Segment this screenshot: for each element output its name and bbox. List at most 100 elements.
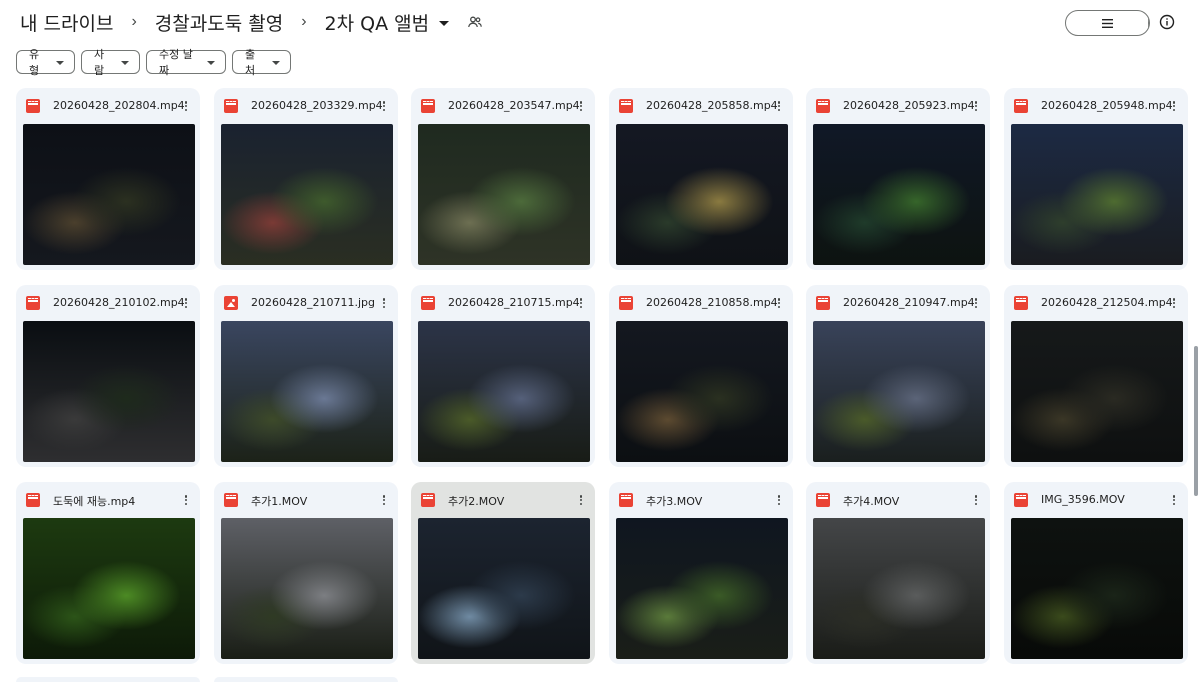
file-name: 추가1.MOV	[251, 495, 308, 508]
breadcrumb-current-folder[interactable]: 2차 QA 앨범	[321, 9, 450, 36]
file-thumbnail[interactable]	[418, 321, 590, 462]
file-name: 20260428_210102.mp4	[53, 296, 185, 309]
file-name: 20260428_212504.mp4	[1041, 296, 1173, 309]
file-card[interactable]: 20260428_210858.mp4	[609, 285, 793, 467]
more-vert-icon[interactable]	[969, 493, 983, 507]
more-vert-icon[interactable]	[969, 99, 983, 113]
file-name: 20260428_210711.jpg	[251, 296, 375, 309]
file-thumbnail[interactable]	[616, 321, 788, 462]
file-thumbnail[interactable]	[221, 518, 393, 659]
file-card[interactable]: 도둑에 재능.mp4	[16, 482, 200, 664]
next-row-peek	[16, 677, 1200, 682]
file-name: 20260428_203547.mp4	[448, 99, 580, 112]
video-file-icon	[816, 493, 830, 507]
more-vert-icon[interactable]	[179, 493, 193, 507]
file-card[interactable]: 추가1.MOV	[214, 482, 398, 664]
filter-people-chip[interactable]: 사람	[81, 48, 140, 77]
file-thumbnail[interactable]	[616, 124, 788, 265]
more-vert-icon[interactable]	[574, 493, 588, 507]
file-name: 20260428_210858.mp4	[646, 296, 778, 309]
breadcrumb-root[interactable]: 내 드라이브	[16, 9, 117, 36]
filter-type-chip[interactable]: 유형	[16, 48, 75, 77]
file-card[interactable]: 20260428_210102.mp4	[16, 285, 200, 467]
more-vert-icon[interactable]	[772, 99, 786, 113]
file-card[interactable]: 추가4.MOV	[806, 482, 990, 664]
more-vert-icon[interactable]	[179, 296, 193, 310]
filter-modified-chip[interactable]: 수정 날짜	[146, 48, 226, 77]
file-name: 추가4.MOV	[843, 495, 900, 508]
people-icon[interactable]	[467, 14, 483, 30]
more-vert-icon[interactable]	[179, 99, 193, 113]
scrollbar[interactable]	[1194, 346, 1198, 496]
file-card[interactable]: 20260428_210947.mp4	[806, 285, 990, 467]
file-card[interactable]: IMG_3596.MOV	[1004, 482, 1188, 664]
more-vert-icon[interactable]	[1167, 493, 1181, 507]
more-vert-icon[interactable]	[574, 99, 588, 113]
more-vert-icon[interactable]	[377, 296, 391, 310]
filter-bar: 유형 사람 수정 날짜 출처	[16, 48, 291, 77]
file-thumbnail[interactable]	[813, 124, 985, 265]
chevron-down-icon	[56, 61, 64, 65]
view-toggle	[1065, 10, 1150, 36]
video-file-icon	[816, 99, 830, 113]
filter-source-chip[interactable]: 출처	[232, 48, 291, 77]
video-file-icon	[421, 99, 435, 113]
chevron-down-icon	[207, 61, 215, 65]
file-card[interactable]: 20260428_212504.mp4	[1004, 285, 1188, 467]
video-file-icon	[421, 296, 435, 310]
more-vert-icon[interactable]	[969, 296, 983, 310]
more-vert-icon[interactable]	[574, 296, 588, 310]
video-file-icon	[619, 493, 633, 507]
file-name: 추가2.MOV	[448, 495, 505, 508]
video-file-icon	[224, 99, 238, 113]
list-view-icon	[1101, 18, 1113, 28]
file-card[interactable]: 20260428_210715.mp4	[411, 285, 595, 467]
file-card[interactable]: 추가2.MOV	[411, 482, 595, 664]
more-vert-icon[interactable]	[377, 99, 391, 113]
breadcrumb-separator: ›	[131, 13, 137, 30]
filter-label: 유형	[29, 48, 40, 77]
more-vert-icon[interactable]	[1167, 296, 1181, 310]
file-card[interactable]: 20260428_210711.jpg	[214, 285, 398, 467]
file-card[interactable]: 20260428_205858.mp4	[609, 88, 793, 270]
file-thumbnail[interactable]	[813, 518, 985, 659]
file-card[interactable]: 20260428_205948.mp4	[1004, 88, 1188, 270]
file-thumbnail[interactable]	[221, 321, 393, 462]
more-vert-icon[interactable]	[377, 493, 391, 507]
image-file-icon	[224, 296, 238, 310]
file-card[interactable]: 20260428_205923.mp4	[806, 88, 990, 270]
file-thumbnail[interactable]	[23, 124, 195, 265]
info-icon[interactable]	[1159, 14, 1175, 30]
file-thumbnail[interactable]	[221, 124, 393, 265]
file-thumbnail[interactable]	[1011, 321, 1183, 462]
video-file-icon	[26, 99, 40, 113]
file-thumbnail[interactable]	[418, 124, 590, 265]
filter-label: 사람	[94, 48, 105, 77]
video-file-icon	[816, 296, 830, 310]
file-thumbnail[interactable]	[1011, 124, 1183, 265]
file-card[interactable]: 20260428_202804.mp4	[16, 88, 200, 270]
breadcrumb: 내 드라이브 › 경찰과도둑 촬영 › 2차 QA 앨범	[16, 8, 483, 36]
video-file-icon	[619, 99, 633, 113]
card-peek	[16, 677, 200, 682]
video-file-icon	[1014, 493, 1028, 507]
file-card[interactable]: 20260428_203547.mp4	[411, 88, 595, 270]
more-vert-icon[interactable]	[772, 296, 786, 310]
file-thumbnail[interactable]	[616, 518, 788, 659]
file-card[interactable]: 20260428_203329.mp4	[214, 88, 398, 270]
video-file-icon	[619, 296, 633, 310]
file-thumbnail[interactable]	[1011, 518, 1183, 659]
more-vert-icon[interactable]	[772, 493, 786, 507]
more-vert-icon[interactable]	[1167, 99, 1181, 113]
file-name: 20260428_202804.mp4	[53, 99, 185, 112]
list-view-button[interactable]	[1066, 11, 1149, 35]
file-thumbnail[interactable]	[23, 518, 195, 659]
file-thumbnail[interactable]	[813, 321, 985, 462]
video-file-icon	[26, 493, 40, 507]
file-thumbnail[interactable]	[23, 321, 195, 462]
file-thumbnail[interactable]	[418, 518, 590, 659]
file-card[interactable]: 추가3.MOV	[609, 482, 793, 664]
file-name: 20260428_210715.mp4	[448, 296, 580, 309]
breadcrumb-separator: ›	[301, 13, 307, 30]
breadcrumb-parent[interactable]: 경찰과도둑 촬영	[151, 9, 287, 36]
